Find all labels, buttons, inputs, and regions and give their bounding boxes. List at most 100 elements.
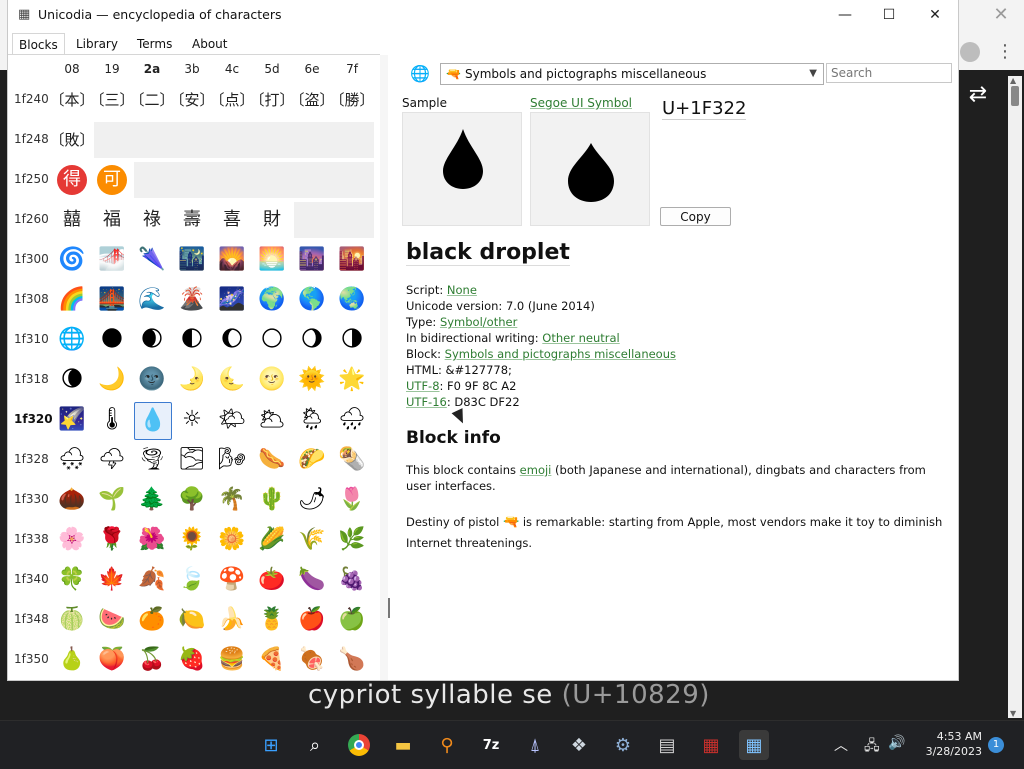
pane-splitter[interactable] [388, 598, 390, 618]
block-link[interactable]: Symbols and pictographs miscellaneous [445, 347, 676, 361]
char-cell[interactable]: 🍅 [254, 562, 290, 598]
magnifier-app-icon[interactable]: ⚲ [432, 730, 462, 760]
utf8-link[interactable]: UTF-8 [406, 379, 440, 393]
char-cell[interactable]: 🌔 [214, 322, 250, 358]
char-cell[interactable]: 🌍 [254, 282, 290, 318]
char-cell[interactable]: 🌋 [174, 282, 210, 318]
block-dropdown[interactable]: 🔫 Symbols and pictographs miscellaneous … [440, 63, 824, 85]
char-cell[interactable]: 🌻 [174, 522, 210, 558]
char-cell[interactable]: 🍈 [54, 602, 90, 638]
font-link[interactable]: Segoe UI Symbol [530, 96, 632, 110]
windows-start-icon[interactable]: ⊞ [256, 730, 286, 760]
volume-icon[interactable]: 🔊 [888, 735, 905, 751]
char-cell[interactable]: 🌃 [174, 242, 210, 278]
char-cell[interactable]: 🍋 [174, 602, 210, 638]
char-cell[interactable]: 🌖 [294, 322, 330, 358]
char-cell[interactable]: 🌀 [54, 242, 90, 278]
char-cell[interactable]: 🍔 [214, 642, 250, 678]
char-cell[interactable]: 🌉 [94, 282, 130, 318]
type-link[interactable]: Symbol/other [440, 315, 517, 329]
char-cell[interactable]: 🌼 [214, 522, 250, 558]
minimize-button[interactable]: — [825, 4, 865, 26]
char-cell[interactable]: 🌜 [214, 362, 250, 398]
scroll-up-icon[interactable]: ▲ [1010, 76, 1016, 85]
char-cell[interactable]: 🌺 [134, 522, 170, 558]
char-cell[interactable]: 福 [94, 202, 130, 238]
notepad-icon[interactable]: ▤ [652, 730, 682, 760]
char-cell[interactable]: 〔打〕 [254, 82, 290, 118]
char-cell[interactable]: 🌘 [54, 362, 90, 398]
char-cell[interactable]: 🍇 [334, 562, 370, 598]
char-cell[interactable]: 🌭 [254, 442, 290, 478]
char-cell[interactable]: 🍂 [134, 562, 170, 598]
char-cell[interactable]: 🌠 [54, 402, 90, 438]
char-cell[interactable]: 🌧 [334, 402, 370, 438]
char-cell[interactable]: 祿 [134, 202, 170, 238]
globe-icon[interactable]: 🌐 [410, 64, 430, 84]
char-cell[interactable]: 🍗 [334, 642, 370, 678]
char-cell[interactable]: 🌞 [294, 362, 330, 398]
bidi-link[interactable]: Other neutral [542, 331, 619, 345]
char-cell[interactable]: 🍓 [174, 642, 210, 678]
char-cell[interactable]: 🌨 [54, 442, 90, 478]
char-cell[interactable]: 🍀 [54, 562, 90, 598]
tab-blocks[interactable]: Blocks [12, 33, 65, 56]
shuffle-icon[interactable]: ⇄ [963, 80, 993, 110]
char-cell[interactable]: 🍍 [254, 602, 290, 638]
char-cell[interactable]: 可 [94, 162, 130, 198]
char-cell[interactable]: 🌬 [214, 442, 250, 478]
kebab-menu-icon[interactable]: ⋮ [996, 40, 1014, 64]
char-cell[interactable]: 🌚 [134, 362, 170, 398]
char-cell[interactable]: 🌶 [294, 482, 330, 518]
char-cell[interactable]: 🌟 [334, 362, 370, 398]
char-cell[interactable]: 🌡 [94, 402, 130, 438]
char-cell[interactable]: 🌥 [254, 402, 290, 438]
char-cell[interactable]: 🌰 [54, 482, 90, 518]
char-cell[interactable]: 🌱 [94, 482, 130, 518]
utf16-link[interactable]: UTF-16 [406, 395, 447, 409]
archive-app-icon[interactable]: ❖ [564, 730, 594, 760]
char-cell[interactable]: 🍏 [334, 602, 370, 638]
char-cell[interactable]: 🌛 [174, 362, 210, 398]
char-cell[interactable]: 得 [54, 162, 90, 198]
char-cell[interactable]: 🌵 [254, 482, 290, 518]
char-cell[interactable]: 🌙 [94, 362, 130, 398]
grid-scrollbar[interactable] [380, 55, 388, 680]
settings-gear-icon[interactable]: ⚙ [608, 730, 638, 760]
copy-button[interactable]: Copy [660, 207, 731, 226]
maximize-button[interactable]: ☐ [869, 4, 909, 26]
char-cell[interactable]: 🌸 [54, 522, 90, 558]
char-cell[interactable]: 〔敗〕 [54, 122, 90, 158]
char-cell[interactable]: 囍 [54, 202, 90, 238]
char-cell[interactable]: 喜 [214, 202, 250, 238]
char-cell[interactable]: 〔安〕 [174, 82, 210, 118]
char-cell[interactable]: 🍆 [294, 562, 330, 598]
char-cell[interactable]: 🌎 [294, 282, 330, 318]
search-icon[interactable]: ⌕ [300, 730, 330, 760]
char-cell[interactable]: 🌷 [334, 482, 370, 518]
char-cell[interactable]: 🌇 [334, 242, 370, 278]
char-cell[interactable]: 🍖 [294, 642, 330, 678]
scroll-thumb[interactable] [1011, 86, 1019, 106]
char-cell[interactable]: 🍎 [294, 602, 330, 638]
char-cell[interactable]: 🍄 [214, 562, 250, 598]
char-cell[interactable]: 🌲 [134, 482, 170, 518]
char-cell[interactable]: 🌯 [334, 442, 370, 478]
char-cell[interactable]: 🌿 [334, 522, 370, 558]
char-cell[interactable]: 壽 [174, 202, 210, 238]
char-cell[interactable]: 🌪 [134, 442, 170, 478]
file-explorer-icon[interactable]: ▬ [388, 730, 418, 760]
char-cell[interactable]: 🌴 [214, 482, 250, 518]
char-cell[interactable]: 〔盗〕 [294, 82, 330, 118]
vector-app-icon[interactable]: ⍋ [520, 730, 550, 760]
char-cell[interactable]: 🌩 [94, 442, 130, 478]
background-close-icon[interactable]: ✕ [990, 4, 1012, 26]
char-cell[interactable]: 🌊 [134, 282, 170, 318]
char-cell[interactable]: 🌓 [174, 322, 210, 358]
char-cell[interactable]: 🌝 [254, 362, 290, 398]
char-cell[interactable]: 🍒 [134, 642, 170, 678]
search-input[interactable] [826, 63, 952, 83]
char-cell[interactable]: 🌆 [294, 242, 330, 278]
char-cell[interactable]: 🌁 [94, 242, 130, 278]
system-clock[interactable]: 4:53 AM 3/28/2023 [922, 729, 982, 759]
